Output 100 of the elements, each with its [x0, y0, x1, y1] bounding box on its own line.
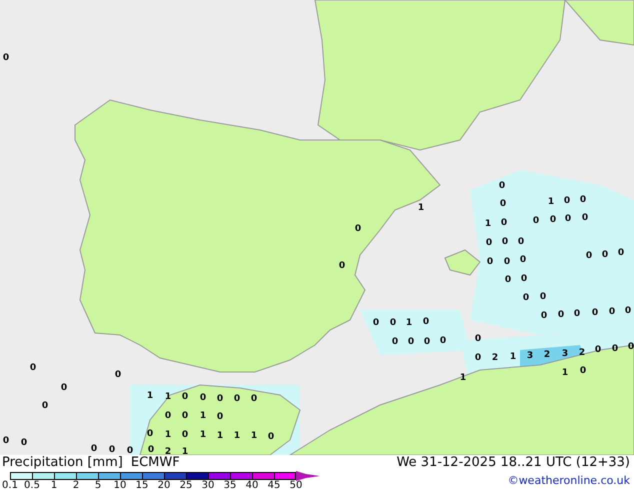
precipitation-value: 0 [564, 196, 570, 206]
precipitation-value: 0 [182, 392, 188, 402]
credit-link[interactable]: ©weatheronline.co.uk [508, 474, 630, 487]
precipitation-value: 0 [146, 429, 154, 439]
precipitation-value: 1 [164, 430, 172, 440]
precipitation-value: 0 [390, 318, 396, 328]
precipitation-value: 0 [486, 238, 492, 248]
precipitation-value: 1 [164, 392, 172, 402]
precipitation-value: 0 [474, 353, 482, 363]
precipitation-value: 2 [578, 348, 586, 358]
precipitation-value: 1 [146, 391, 154, 401]
precipitation-value: 1 [182, 447, 188, 455]
precipitation-value: 0 [500, 218, 508, 228]
legend-tick-label: 10 [112, 480, 128, 490]
legend-tick-label: 40 [244, 480, 260, 490]
precipitation-value: 0 [164, 411, 172, 421]
legend-tick-label: 0.1 [1, 480, 19, 490]
precipitation-value: 0 [594, 345, 602, 355]
precipitation-value: 0 [504, 257, 510, 267]
valid-time: We 31-12-2025 18..21 UTC (12+33) [396, 455, 630, 470]
legend-title: Precipitation [mm] [2, 455, 123, 470]
precipitation-value: 0 [580, 195, 586, 205]
legend-tick-label: 35 [222, 480, 238, 490]
precipitation-value: 2 [164, 447, 172, 455]
precipitation-value: 0 [602, 250, 608, 260]
precipitation-value: 2 [544, 350, 550, 360]
precipitation-value: 0 [582, 213, 588, 223]
precipitation-value: 1 [250, 431, 258, 441]
precipitation-value: 0 [250, 394, 258, 404]
precipitation-value: 0 [628, 342, 634, 352]
precipitation-value: 1 [200, 430, 206, 440]
precipitation-value: 0 [216, 394, 224, 404]
precipitation-value: 0 [504, 275, 512, 285]
precipitation-value: 0 [500, 199, 506, 209]
precipitation-value: 0 [200, 393, 206, 403]
precipitation-value: 0 [440, 336, 446, 346]
precipitation-value: 0 [520, 274, 528, 284]
precipitation-value: 0 [424, 337, 430, 347]
precipitation-value: 1 [200, 411, 206, 421]
precipitation-value: 0 [550, 215, 556, 225]
precipitation-value: 0 [90, 444, 98, 454]
legend-tick-label: 50 [288, 480, 304, 490]
precipitation-value: 0 [60, 383, 68, 393]
precipitation-value: 0 [574, 309, 580, 319]
precipitation-value: 0 [618, 248, 624, 258]
precipitation-value: 0 [474, 334, 482, 344]
precipitation-value: 0 [540, 311, 548, 321]
precipitation-value: 0 [520, 255, 526, 265]
precipitation-value: 1 [484, 219, 492, 229]
precipitation-value: 0 [540, 292, 546, 302]
precipitation-value: 0 [580, 366, 586, 376]
precipitation-value: 0 [108, 445, 116, 455]
precipitation-value: 1 [216, 431, 224, 441]
precipitation-value: 0 [148, 445, 154, 455]
precipitation-value: 0 [518, 237, 524, 247]
precipitation-value: 0 [532, 216, 540, 226]
precipitation-value: 0 [338, 261, 346, 271]
precipitation-value: 0 [592, 308, 598, 318]
legend-tick-label: 5 [94, 480, 102, 490]
legend-tick-label: 1 [50, 480, 58, 490]
precipitation-value: 0 [20, 438, 28, 448]
legend-tick-label: 25 [178, 480, 194, 490]
precipitation-value: 0 [126, 446, 134, 455]
precipitation-value: 0 [30, 363, 36, 373]
island [444, 249, 481, 276]
precipitation-value: 3 [526, 351, 534, 361]
precipitation-value: 0 [354, 224, 362, 234]
precipitation-value: 3 [562, 349, 568, 359]
precipitation-value: 1 [406, 318, 412, 328]
precipitation-value: 0 [234, 394, 240, 404]
precipitation-value: 0 [558, 310, 564, 320]
precipitation-value: 0 [216, 412, 224, 422]
precipitation-value: 0 [268, 432, 274, 442]
precipitation-value: 0 [522, 293, 530, 303]
precipitation-value: 1 [548, 197, 554, 207]
precipitation-value: 0 [564, 214, 572, 224]
precipitation-value: 0 [182, 411, 188, 421]
precipitation-value: 0 [498, 181, 506, 191]
precipitation-value: 0 [612, 344, 618, 354]
precipitation-value: 0 [372, 318, 380, 328]
model-name: ECMWF [130, 455, 180, 470]
precipitation-value: 0 [114, 370, 122, 380]
precipitation-value: 0 [486, 257, 494, 267]
precipitation-value: 0 [586, 251, 592, 261]
precipitation-value: 1 [562, 368, 568, 378]
precipitation-value: 0 [408, 337, 414, 347]
precipitation-value: 2 [492, 353, 498, 363]
precipitation-value: 0 [2, 53, 10, 63]
precipitation-value: 1 [234, 431, 240, 441]
precipitation-value: 0 [624, 306, 632, 316]
precipitation-value: 1 [418, 203, 424, 213]
legend-tick-label: 20 [156, 480, 172, 490]
precipitation-value: 0 [422, 317, 430, 327]
precipitation-value: 1 [460, 373, 466, 383]
precipitation-value: 0 [2, 436, 10, 446]
precipitation-value: 0 [392, 337, 398, 347]
legend-tick-label: 15 [134, 480, 150, 490]
precipitation-value: 0 [182, 430, 188, 440]
precipitation-value: 0 [42, 401, 48, 411]
legend-tick-label: 30 [200, 480, 216, 490]
